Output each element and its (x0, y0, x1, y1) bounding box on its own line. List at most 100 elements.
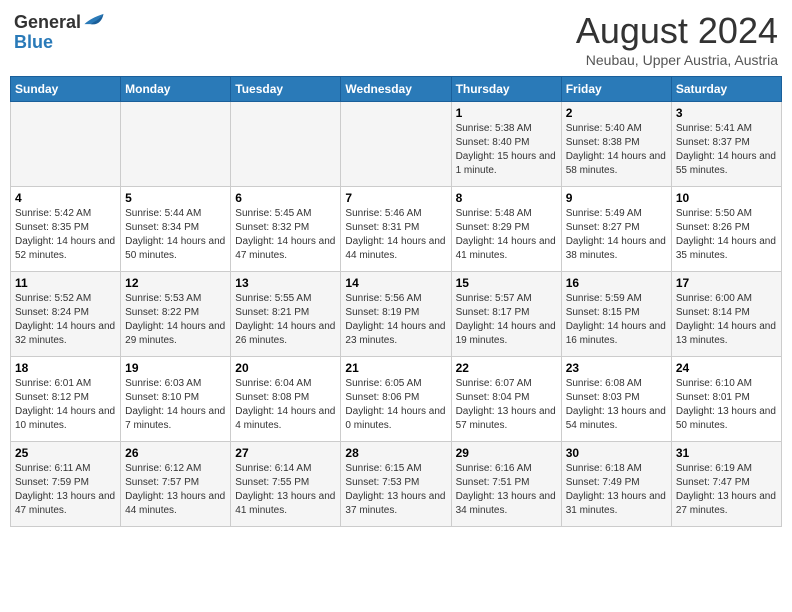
day-number: 4 (15, 191, 116, 205)
day-number: 7 (345, 191, 446, 205)
day-number: 8 (456, 191, 557, 205)
month-title: August 2024 (576, 10, 778, 52)
calendar-week-row: 18 Sunrise: 6:01 AM Sunset: 8:12 PM Dayli… (11, 357, 782, 442)
day-info: Sunrise: 6:18 AM Sunset: 7:49 PM Dayligh… (566, 462, 667, 518)
calendar-cell: 15Sunrise: 5:57 AM Sunset: 8:17 PM Dayli… (451, 272, 561, 357)
day-info: Sunrise: 5:41 AM Sunset: 8:37 PM Dayligh… (676, 122, 777, 178)
day-info: Sunrise: 6:01 AM Sunset: 8:12 PM Dayligh… (15, 377, 116, 433)
day-number: 6 (235, 191, 336, 205)
day-number: 17 (676, 276, 777, 290)
day-info: Sunrise: 6:00 AM Sunset: 8:14 PM Dayligh… (676, 292, 777, 348)
day-number: 20 (235, 361, 336, 375)
weekday-header: Thursday (451, 77, 561, 102)
calendar-cell (11, 102, 121, 187)
day-info: Sunrise: 6:04 AM Sunset: 8:08 PM Dayligh… (235, 377, 336, 433)
calendar-table: SundayMondayTuesdayWednesdayThursdayFrid… (10, 76, 782, 527)
logo: General Blue (14, 10, 105, 53)
calendar-cell: 20 Sunrise: 6:04 AM Sunset: 8:08 PM Dayli… (231, 357, 341, 442)
day-number: 19 (125, 361, 226, 375)
calendar-cell: 6 Sunrise: 5:45 AM Sunset: 8:32 PM Daylig… (231, 187, 341, 272)
day-number: 18 (15, 361, 116, 375)
day-info: Sunrise: 5:49 AM Sunset: 8:27 PM Dayligh… (566, 207, 667, 263)
day-info: Sunrise: 5:45 AM Sunset: 8:32 PM Dayligh… (235, 207, 336, 263)
day-number: 31 (676, 446, 777, 460)
calendar-cell: 12 Sunrise: 5:53 AM Sunset: 8:22 PM Dayli… (121, 272, 231, 357)
calendar-cell: 14Sunrise: 5:56 AM Sunset: 8:19 PM Dayli… (341, 272, 451, 357)
day-info: Sunrise: 5:44 AM Sunset: 8:34 PM Dayligh… (125, 207, 226, 263)
day-info: Sunrise: 6:14 AM Sunset: 7:55 PM Dayligh… (235, 462, 336, 518)
calendar-cell: 26Sunrise: 6:12 AM Sunset: 7:57 PM Dayli… (121, 442, 231, 527)
day-info: Sunrise: 6:10 AM Sunset: 8:01 PM Dayligh… (676, 377, 777, 433)
day-number: 12 (125, 276, 226, 290)
day-info: Sunrise: 6:07 AM Sunset: 8:04 PM Dayligh… (456, 377, 557, 433)
calendar-header: SundayMondayTuesdayWednesdayThursdayFrid… (11, 77, 782, 102)
day-number: 14 (345, 276, 446, 290)
calendar-cell: 10 Sunrise: 5:50 AM Sunset: 8:26 PM Dayli… (671, 187, 781, 272)
calendar-week-row: 1Sunrise: 5:38 AM Sunset: 8:40 PM Daylig… (11, 102, 782, 187)
day-number: 11 (15, 276, 116, 290)
day-number: 23 (566, 361, 667, 375)
day-info: Sunrise: 6:08 AM Sunset: 8:03 PM Dayligh… (566, 377, 667, 433)
calendar-cell: 21 Sunrise: 6:05 AM Sunset: 8:06 PM Dayli… (341, 357, 451, 442)
calendar-cell: 17 Sunrise: 6:00 AM Sunset: 8:14 PM Dayli… (671, 272, 781, 357)
calendar-cell: 24 Sunrise: 6:10 AM Sunset: 8:01 PM Dayli… (671, 357, 781, 442)
calendar-cell: 19Sunrise: 6:03 AM Sunset: 8:10 PM Dayli… (121, 357, 231, 442)
day-number: 15 (456, 276, 557, 290)
calendar-cell: 22 Sunrise: 6:07 AM Sunset: 8:04 PM Dayli… (451, 357, 561, 442)
day-number: 25 (15, 446, 116, 460)
day-info: Sunrise: 5:55 AM Sunset: 8:21 PM Dayligh… (235, 292, 336, 348)
day-number: 5 (125, 191, 226, 205)
calendar-cell (231, 102, 341, 187)
weekday-header: Tuesday (231, 77, 341, 102)
calendar-cell: 28Sunrise: 6:15 AM Sunset: 7:53 PM Dayli… (341, 442, 451, 527)
calendar-week-row: 25 Sunrise: 6:11 AM Sunset: 7:59 PM Dayli… (11, 442, 782, 527)
weekday-header: Friday (561, 77, 671, 102)
calendar-cell: 5 Sunrise: 5:44 AM Sunset: 8:34 PM Daylig… (121, 187, 231, 272)
day-info: Sunrise: 6:12 AM Sunset: 7:57 PM Dayligh… (125, 462, 226, 518)
calendar-cell: 18 Sunrise: 6:01 AM Sunset: 8:12 PM Dayli… (11, 357, 121, 442)
calendar-cell: 1Sunrise: 5:38 AM Sunset: 8:40 PM Daylig… (451, 102, 561, 187)
day-number: 2 (566, 106, 667, 120)
day-number: 3 (676, 106, 777, 120)
day-info: Sunrise: 5:53 AM Sunset: 8:22 PM Dayligh… (125, 292, 226, 348)
calendar-cell: 29 Sunrise: 6:16 AM Sunset: 7:51 PM Dayli… (451, 442, 561, 527)
day-info: Sunrise: 5:38 AM Sunset: 8:40 PM Dayligh… (456, 122, 557, 178)
day-info: Sunrise: 5:59 AM Sunset: 8:15 PM Dayligh… (566, 292, 667, 348)
day-info: Sunrise: 6:05 AM Sunset: 8:06 PM Dayligh… (345, 377, 446, 433)
day-info: Sunrise: 6:19 AM Sunset: 7:47 PM Dayligh… (676, 462, 777, 518)
day-number: 27 (235, 446, 336, 460)
calendar-cell: 27 Sunrise: 6:14 AM Sunset: 7:55 PM Dayli… (231, 442, 341, 527)
day-info: Sunrise: 5:46 AM Sunset: 8:31 PM Dayligh… (345, 207, 446, 263)
day-number: 21 (345, 361, 446, 375)
calendar-cell: 25 Sunrise: 6:11 AM Sunset: 7:59 PM Dayli… (11, 442, 121, 527)
day-number: 24 (676, 361, 777, 375)
day-info: Sunrise: 5:50 AM Sunset: 8:26 PM Dayligh… (676, 207, 777, 263)
calendar-cell: 23 Sunrise: 6:08 AM Sunset: 8:03 PM Dayli… (561, 357, 671, 442)
day-info: Sunrise: 6:15 AM Sunset: 7:53 PM Dayligh… (345, 462, 446, 518)
day-info: Sunrise: 5:52 AM Sunset: 8:24 PM Dayligh… (15, 292, 116, 348)
day-number: 16 (566, 276, 667, 290)
weekday-header: Monday (121, 77, 231, 102)
calendar-week-row: 4Sunrise: 5:42 AM Sunset: 8:35 PM Daylig… (11, 187, 782, 272)
day-number: 9 (566, 191, 667, 205)
day-number: 29 (456, 446, 557, 460)
day-number: 30 (566, 446, 667, 460)
calendar-cell: 31 Sunrise: 6:19 AM Sunset: 7:47 PM Dayli… (671, 442, 781, 527)
calendar-cell (341, 102, 451, 187)
page-header: General Blue August 2024 Neubau, Upper A… (10, 10, 782, 68)
day-number: 10 (676, 191, 777, 205)
calendar-cell: 8 Sunrise: 5:48 AM Sunset: 8:29 PM Daylig… (451, 187, 561, 272)
day-info: Sunrise: 6:16 AM Sunset: 7:51 PM Dayligh… (456, 462, 557, 518)
calendar-cell: 11 Sunrise: 5:52 AM Sunset: 8:24 PM Dayli… (11, 272, 121, 357)
calendar-week-row: 11 Sunrise: 5:52 AM Sunset: 8:24 PM Dayli… (11, 272, 782, 357)
calendar-cell: 7 Sunrise: 5:46 AM Sunset: 8:31 PM Daylig… (341, 187, 451, 272)
day-number: 13 (235, 276, 336, 290)
day-number: 22 (456, 361, 557, 375)
calendar-cell: 9 Sunrise: 5:49 AM Sunset: 8:27 PM Daylig… (561, 187, 671, 272)
weekday-header: Saturday (671, 77, 781, 102)
day-info: Sunrise: 6:11 AM Sunset: 7:59 PM Dayligh… (15, 462, 116, 518)
title-block: August 2024 Neubau, Upper Austria, Austr… (576, 10, 778, 68)
calendar-cell: 4Sunrise: 5:42 AM Sunset: 8:35 PM Daylig… (11, 187, 121, 272)
day-info: Sunrise: 5:48 AM Sunset: 8:29 PM Dayligh… (456, 207, 557, 263)
logo-general-text: General (14, 12, 81, 32)
